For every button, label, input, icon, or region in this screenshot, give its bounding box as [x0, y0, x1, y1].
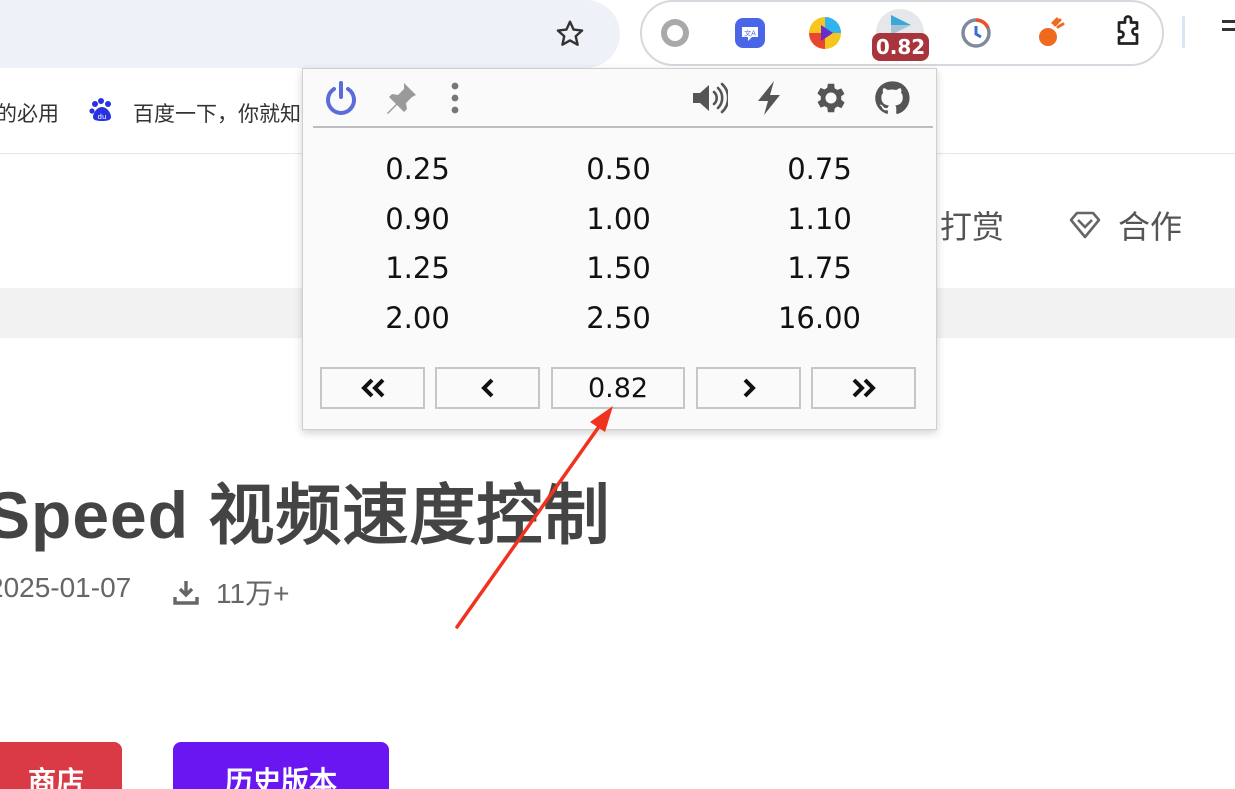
more-options-icon[interactable] [435, 78, 475, 118]
speed-preset-grid: 0.25 0.50 0.75 0.90 1.00 1.10 1.25 1.50 … [317, 145, 921, 343]
translate-icon[interactable]: 文A [726, 9, 774, 57]
bookmark-star-icon[interactable] [550, 14, 590, 54]
chevron-left-icon [480, 378, 493, 398]
github-icon[interactable] [872, 78, 912, 118]
speed-preset[interactable]: 2.50 [518, 294, 719, 344]
clock-icon[interactable] [952, 9, 1000, 57]
download-icon [173, 581, 199, 605]
speed-preset[interactable]: 0.75 [719, 145, 920, 195]
speed-badge: 0.82 [872, 33, 929, 61]
nav-donate[interactable]: 打赏 [940, 202, 1004, 248]
double-chevron-left-icon [360, 378, 384, 398]
baidu-paw-icon: du [89, 98, 111, 121]
power-icon[interactable] [321, 78, 361, 118]
speed-preset[interactable]: 1.25 [317, 244, 518, 294]
popup-toolbar [303, 69, 936, 127]
publish-date: 2025-01-07 [0, 572, 132, 603]
svg-text:文A: 文A [744, 29, 756, 38]
address-bar[interactable] [0, 0, 620, 68]
slowest-button[interactable] [320, 367, 425, 409]
speed-preset[interactable]: 1.10 [719, 195, 920, 245]
faster-button[interactable] [696, 367, 801, 409]
chrome-circle-icon[interactable] [651, 9, 699, 57]
current-speed-display[interactable]: 0.82 [551, 367, 685, 409]
popup-divider [313, 126, 933, 128]
slower-button[interactable] [435, 367, 540, 409]
history-versions-button[interactable]: 历史版本 [173, 742, 389, 789]
speed-preset[interactable]: 1.00 [518, 195, 719, 245]
rocket-icon[interactable] [1027, 9, 1075, 57]
svg-text:du: du [98, 113, 107, 121]
speed-preset[interactable]: 16.00 [719, 294, 920, 344]
speed-preset[interactable]: 2.00 [317, 294, 518, 344]
double-chevron-right-icon [852, 378, 876, 398]
volume-icon[interactable] [689, 78, 729, 118]
menu-icon[interactable] [1222, 20, 1235, 42]
bookmark-baidu[interactable]: 百度一下，你就知 [133, 98, 301, 128]
puzzle-icon[interactable] [1104, 9, 1152, 57]
page-title: Speed 视频速度控制 [0, 478, 611, 552]
speed-preset[interactable]: 0.25 [317, 145, 518, 195]
speed-popup: 0.25 0.50 0.75 0.90 1.00 1.10 1.25 1.50 … [302, 68, 937, 430]
speed-preset[interactable]: 0.50 [518, 145, 719, 195]
bookmark-item[interactable]: 的必用 [0, 98, 59, 128]
speed-preset[interactable]: 0.90 [317, 195, 518, 245]
toolbar-separator [1182, 16, 1185, 48]
fastest-button[interactable] [811, 367, 916, 409]
nav-cooperate[interactable]: 合作 [1068, 202, 1182, 248]
pin-icon[interactable] [381, 78, 421, 118]
settings-gear-icon[interactable] [811, 78, 851, 118]
speed-preset[interactable]: 1.50 [518, 244, 719, 294]
lightning-icon[interactable] [749, 78, 789, 118]
chevron-right-icon [743, 378, 756, 398]
store-button[interactable]: 商店 [0, 742, 122, 789]
diamond-icon [1069, 211, 1101, 239]
download-count: 11万+ [172, 572, 289, 612]
speed-preset[interactable]: 1.75 [719, 244, 920, 294]
play-ball-icon[interactable] [801, 9, 849, 57]
browser-toolbar: 文A 0.82 [0, 0, 1235, 68]
